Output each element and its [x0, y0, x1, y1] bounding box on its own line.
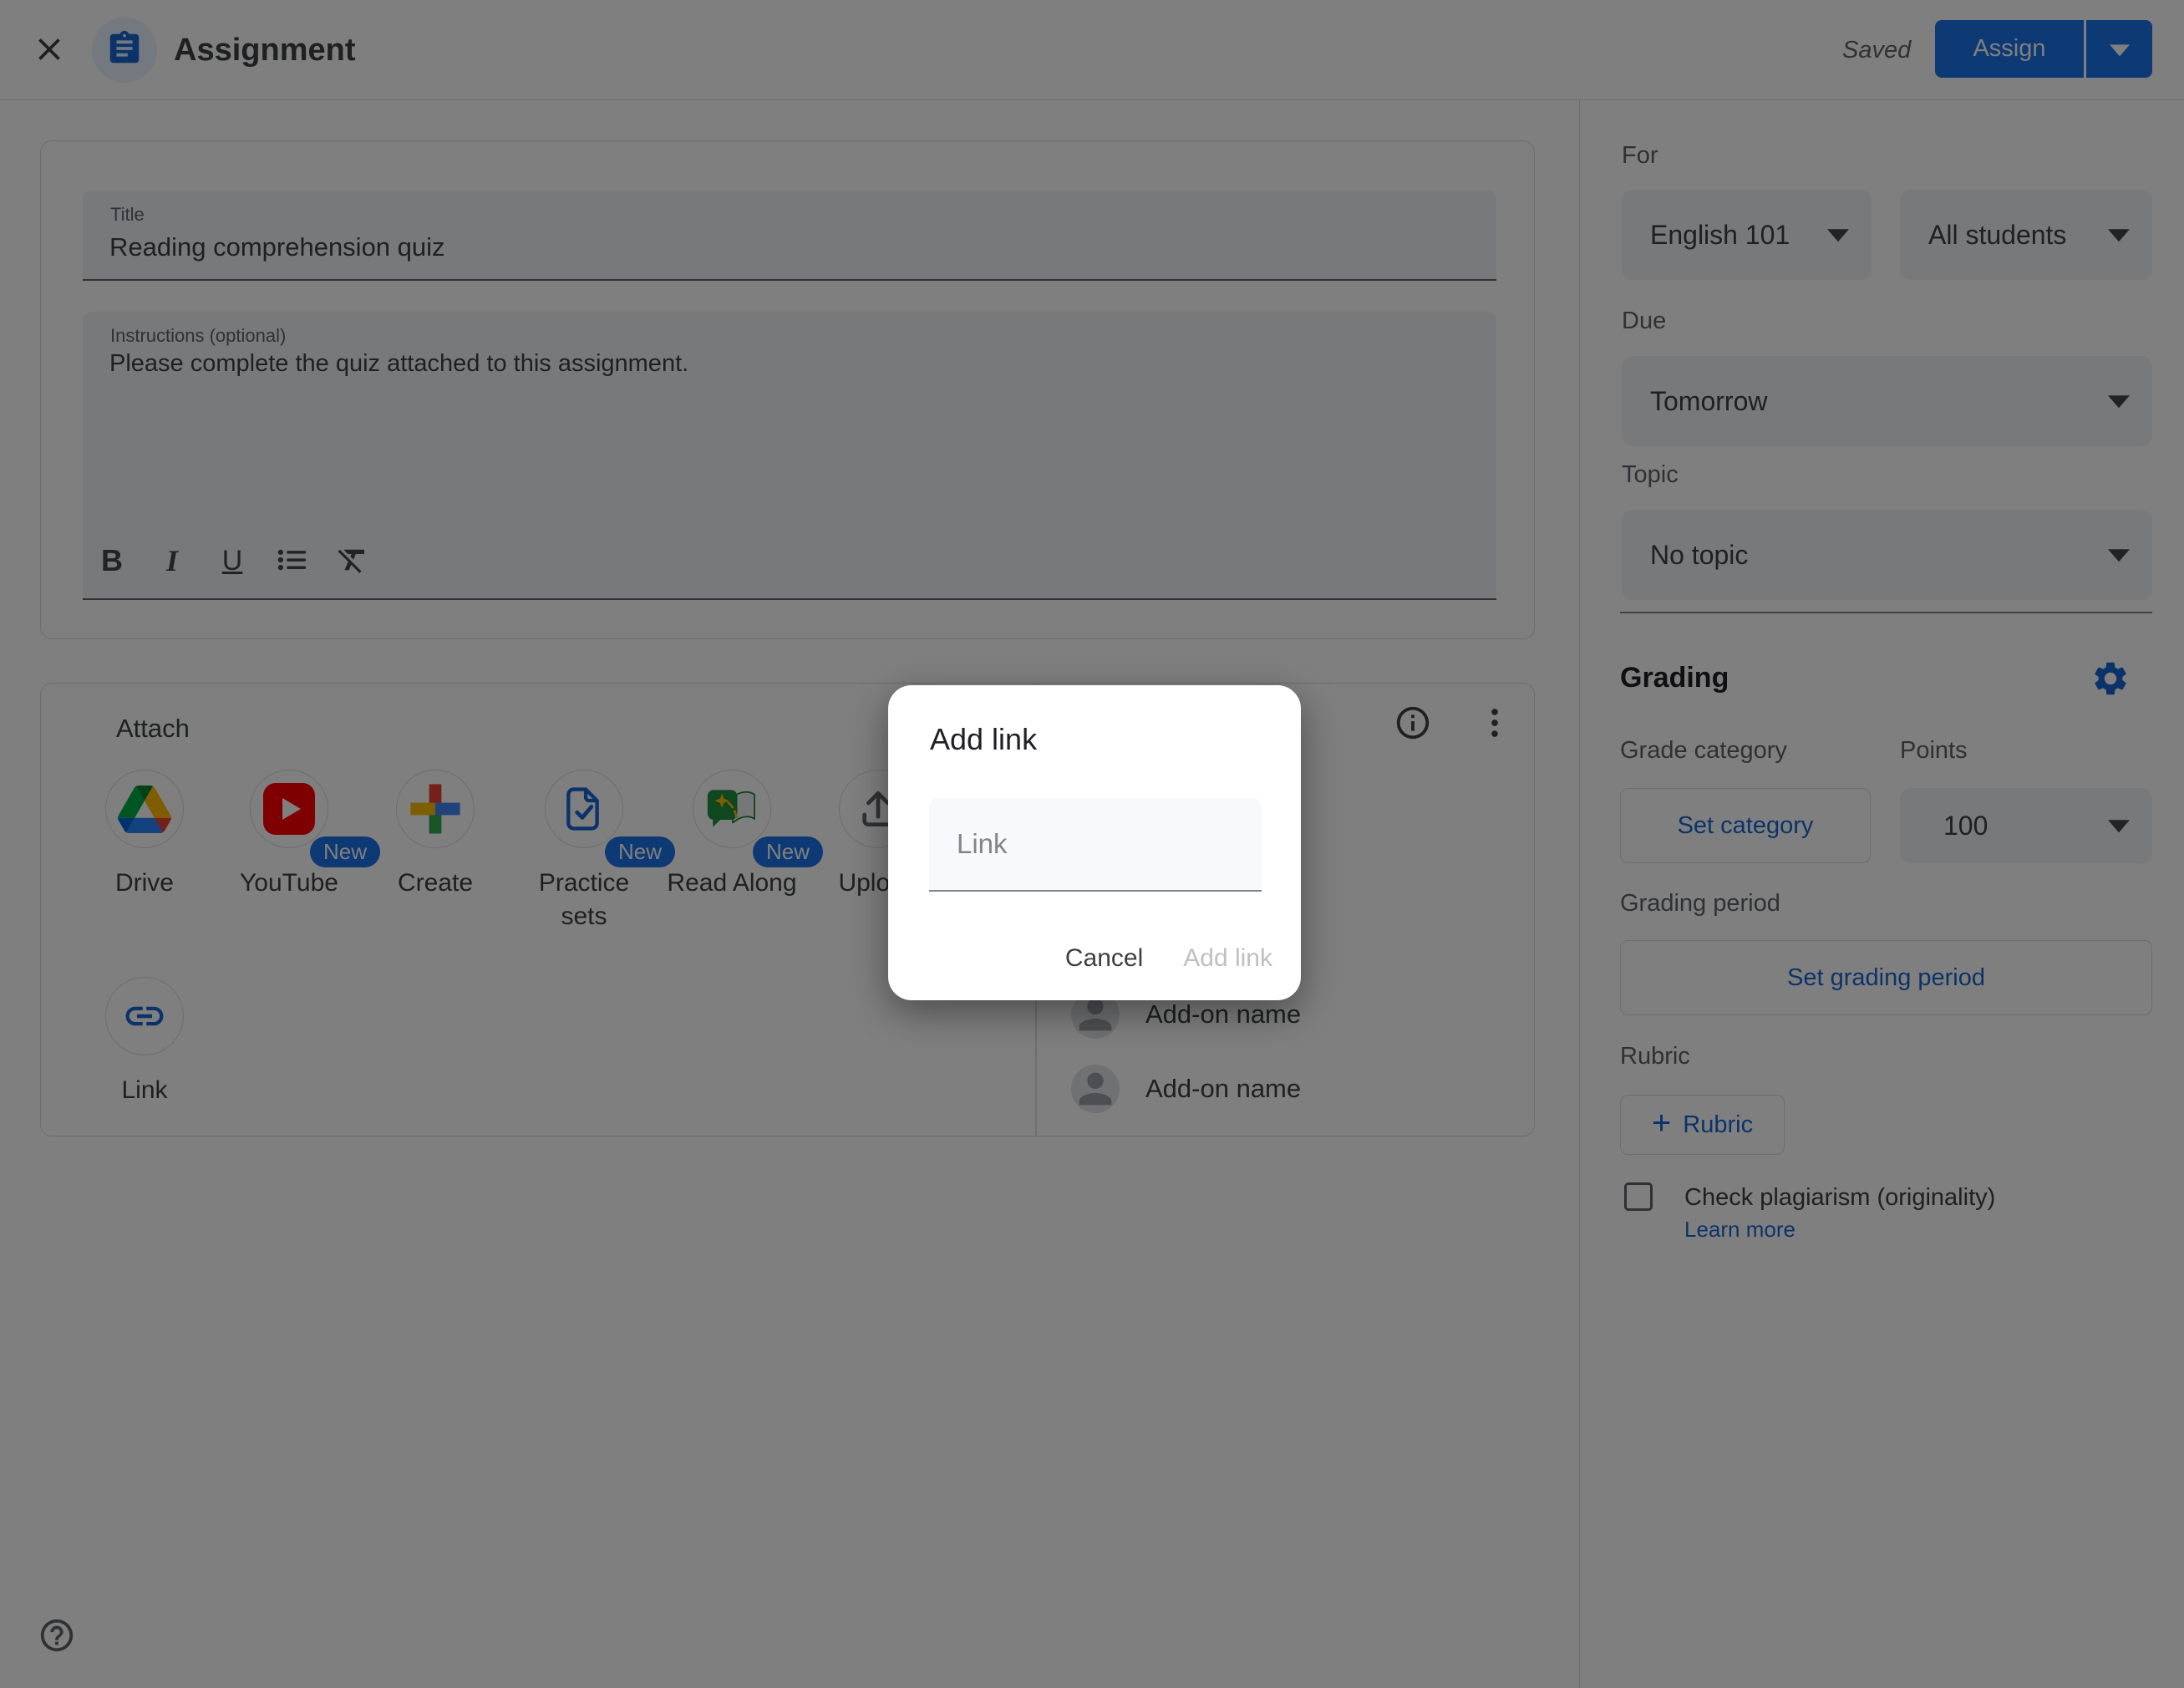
add-link-confirm-button[interactable]: Add link	[1183, 944, 1272, 973]
link-input[interactable]	[929, 798, 1262, 892]
add-link-dialog: Add link Cancel Add link	[888, 685, 1301, 1000]
assignment-editor: Assignment Saved Assign Title Reading co…	[0, 0, 2184, 1688]
cancel-button[interactable]: Cancel	[1065, 944, 1143, 973]
dialog-actions: Cancel Add link	[1065, 938, 1272, 979]
dialog-title: Add link	[930, 722, 1038, 756]
